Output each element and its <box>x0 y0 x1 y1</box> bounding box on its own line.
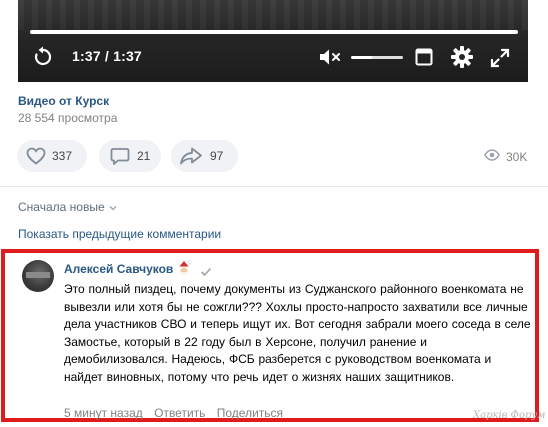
comment-count: 21 <box>137 149 151 163</box>
views-count: 28 554 просмотра <box>18 111 118 125</box>
chevron-down-icon <box>109 200 117 214</box>
time-display: 1:37 / 1:37 <box>72 48 142 64</box>
video-source-title[interactable]: Видео от Курск <box>18 94 109 108</box>
view-counter-value: 30K <box>506 149 528 164</box>
mute-icon[interactable] <box>318 47 342 67</box>
comment-button[interactable]: 21 <box>99 140 161 172</box>
fullscreen-icon[interactable] <box>489 47 511 69</box>
eye-icon <box>484 149 500 164</box>
comment-text: Это полный пиздец, почему документы из С… <box>64 282 531 384</box>
replay-icon[interactable] <box>32 46 54 68</box>
pip-window-icon[interactable] <box>415 48 433 66</box>
avatar-image <box>26 272 50 278</box>
volume-slider[interactable] <box>351 56 403 59</box>
share-comment-link[interactable]: Поделиться <box>217 406 283 420</box>
watermark: Харків Форум <box>473 410 546 421</box>
comment-sort-label: Сначала новые <box>18 200 105 214</box>
comment-sort-dropdown[interactable]: Сначала новые <box>18 200 117 214</box>
avatar[interactable] <box>22 260 54 292</box>
video-player[interactable]: 1:37 / 1:37 <box>18 0 528 82</box>
settings-gear-icon[interactable] <box>450 45 474 69</box>
comment-author[interactable]: Алексей Савчуков <box>64 262 173 276</box>
show-previous-comments-link[interactable]: Показать предыдущие комментарии <box>18 227 221 241</box>
share-button[interactable]: 97 <box>171 140 238 172</box>
divider <box>0 186 548 187</box>
video-frame <box>18 0 528 30</box>
progress-bar[interactable] <box>30 30 518 34</box>
like-button[interactable]: 337 <box>17 140 87 172</box>
reply-link[interactable]: Ответить <box>154 406 205 420</box>
like-count: 337 <box>52 149 73 163</box>
comment-bubble-icon <box>110 147 130 165</box>
comment-meta: 5 минут назад Ответить Поделиться <box>64 406 291 420</box>
checkmark-icon <box>200 264 212 277</box>
share-arrow-icon <box>179 147 203 165</box>
comment-time[interactable]: 5 минут назад <box>64 406 143 420</box>
santa-emoji-icon <box>176 260 192 276</box>
share-count: 97 <box>210 149 224 163</box>
view-counter: 30K <box>484 149 527 164</box>
heart-icon <box>26 147 46 165</box>
